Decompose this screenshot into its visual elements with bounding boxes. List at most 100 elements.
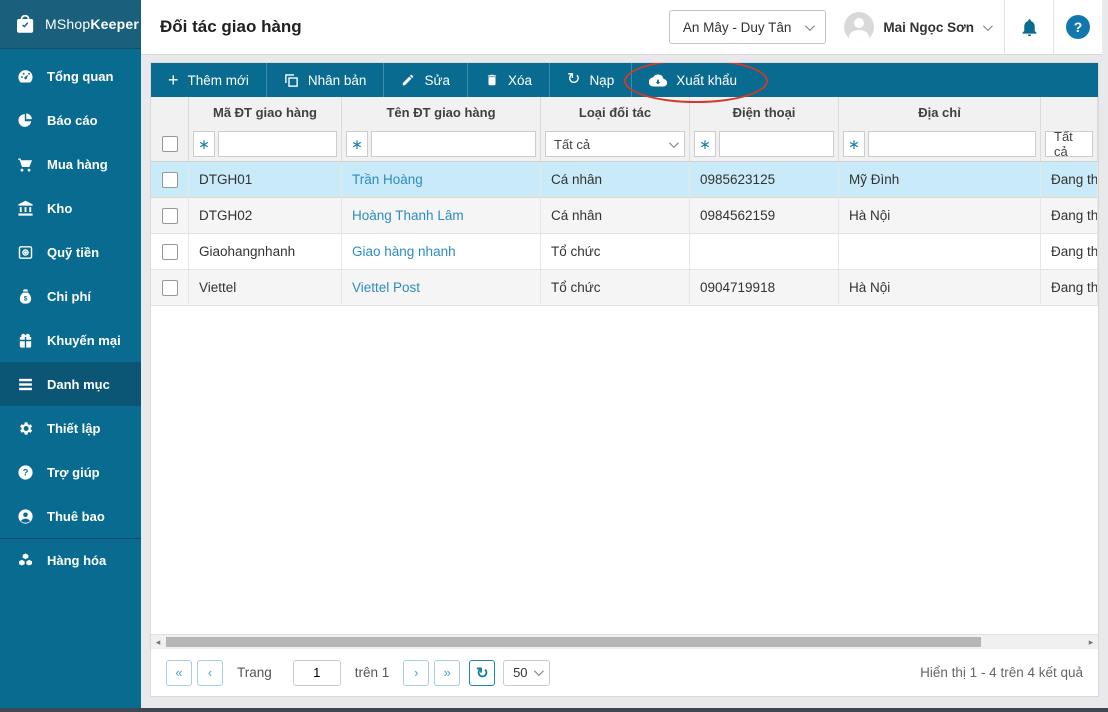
reload-button[interactable]: ↻ Nạp [550, 63, 633, 97]
type-filter-select[interactable]: Tất cả [545, 131, 685, 157]
sidebar-item-label: Trợ giúp [47, 464, 100, 480]
cell-name-link[interactable]: Viettel Post [342, 270, 541, 306]
scroll-right-arrow-icon[interactable]: ▸ [1084, 635, 1098, 649]
edit-button[interactable]: Sửa [384, 63, 468, 97]
user-menu[interactable]: Mai Ngọc Sơn [844, 12, 993, 42]
filter-cell-phone: ∗ [690, 127, 839, 162]
sidebar-item-danh-muc[interactable]: Danh mục [0, 362, 141, 406]
grid-toolbar: + Thêm mới Nhân bản Sửa Xóa ↻ Nạp Xuất k… [151, 63, 1098, 103]
cell-status[interactable]: Đang theo dõi [1041, 270, 1098, 306]
cell-status[interactable]: Đang theo dõi [1041, 162, 1098, 198]
filter-operator-button[interactable]: ∗ [843, 131, 865, 157]
filter-cell-type: Tất cả [541, 127, 690, 162]
cell-address[interactable]: Hà Nội [839, 198, 1041, 234]
cell-type[interactable]: Cá nhân [541, 198, 690, 234]
results-summary: Hiển thị 1 - 4 trên 4 kết quả [920, 665, 1083, 680]
table-empty-area [151, 306, 1098, 634]
column-header-type[interactable]: Loại đối tác [541, 97, 690, 127]
cell-status[interactable]: Đang theo dõi [1041, 198, 1098, 234]
cell-phone[interactable]: 0985623125 [690, 162, 839, 198]
column-header-phone[interactable]: Điện thoại [690, 97, 839, 127]
cell-address[interactable] [839, 234, 1041, 270]
cell-type[interactable]: Tổ chức [541, 234, 690, 270]
filter-cell-name: ∗ [342, 127, 541, 162]
cell-type[interactable]: Tổ chức [541, 270, 690, 306]
cell-status[interactable]: Đang theo dõi [1041, 234, 1098, 270]
branch-selector[interactable]: An Mây - Duy Tân [668, 10, 827, 44]
money-bag-icon: $ [17, 288, 34, 305]
cell-code[interactable]: DTGH02 [189, 198, 342, 234]
cell-code[interactable]: DTGH01 [189, 162, 342, 198]
page-title: Đối tác giao hàng [160, 17, 302, 36]
add-new-button[interactable]: + Thêm mới [151, 63, 267, 97]
filter-cell-address: ∗ [839, 127, 1041, 162]
row-checkbox[interactable] [161, 207, 178, 224]
sidebar-item-thue-bao[interactable]: Thuê bao [0, 494, 141, 538]
filter-operator-button[interactable]: ∗ [346, 131, 368, 157]
next-page-button[interactable]: › [403, 659, 430, 686]
delete-button[interactable]: Xóa [468, 63, 551, 97]
plus-icon: + [168, 70, 179, 90]
svg-text:$: $ [24, 295, 28, 302]
status-filter-select[interactable]: Tất cả [1045, 129, 1093, 159]
horizontal-scrollbar[interactable]: ◂ ▸ [151, 634, 1098, 648]
cell-name-link[interactable]: Trần Hoàng [342, 162, 541, 198]
column-header-checkbox [151, 97, 189, 127]
filter-operator-button[interactable]: ∗ [694, 131, 716, 157]
cell-phone[interactable]: 0904719918 [690, 270, 839, 306]
code-filter-input[interactable] [218, 131, 337, 157]
edit-label: Sửa [424, 72, 450, 88]
branch-selector-value: An Mây - Duy Tân [682, 19, 792, 35]
sidebar-item-quy-tien[interactable]: Quỹ tiền [0, 230, 141, 274]
sidebar-item-tong-quan[interactable]: Tổng quan [0, 54, 141, 98]
notifications-button[interactable] [1004, 0, 1053, 55]
column-header-status[interactable] [1041, 97, 1098, 127]
sidebar-item-label: Kho [47, 200, 73, 216]
filter-operator-button[interactable]: ∗ [193, 131, 215, 157]
address-filter-input[interactable] [868, 131, 1036, 157]
scroll-left-arrow-icon[interactable]: ◂ [151, 635, 165, 649]
cell-type[interactable]: Cá nhân [541, 162, 690, 198]
row-checkbox[interactable] [161, 243, 178, 260]
duplicate-button[interactable]: Nhân bản [267, 63, 385, 97]
cell-address[interactable]: Mỹ Đình [839, 162, 1041, 198]
last-page-button[interactable]: » [434, 659, 461, 686]
refresh-button[interactable]: ↻ [469, 659, 496, 686]
sidebar-item-chi-phi[interactable]: $ Chi phí [0, 274, 141, 318]
sidebar-item-tro-giup[interactable]: ? Trợ giúp [0, 450, 141, 494]
column-header-name[interactable]: Tên ĐT giao hàng [342, 97, 541, 127]
sidebar-item-bao-cao[interactable]: Báo cáo [0, 98, 141, 142]
sidebar-item-thiet-lap[interactable]: Thiết lập [0, 406, 141, 450]
prev-page-button[interactable]: ‹ [197, 659, 223, 686]
select-all-checkbox[interactable] [161, 136, 178, 152]
sidebar-item-khuyen-mai[interactable]: Khuyến mại [0, 318, 141, 362]
cell-phone[interactable] [690, 234, 839, 270]
table-row-checkbox-cell [151, 270, 189, 306]
sidebar-item-kho[interactable]: Kho [0, 186, 141, 230]
cubes-icon [17, 552, 34, 569]
reload-icon: ↻ [567, 71, 581, 88]
cell-address[interactable]: Hà Nội [839, 270, 1041, 306]
data-table: Mã ĐT giao hàng Tên ĐT giao hàng Loại đố… [151, 97, 1098, 306]
cell-code[interactable]: Giaohangnhanh [189, 234, 342, 270]
scrollbar-thumb[interactable] [166, 637, 981, 647]
sidebar-item-hang-hoa[interactable]: Hàng hóa [0, 538, 141, 582]
row-checkbox[interactable] [161, 279, 178, 296]
chevron-down-icon [805, 20, 816, 31]
name-filter-input[interactable] [371, 131, 536, 157]
cell-name-link[interactable]: Giao hàng nhanh [342, 234, 541, 270]
column-header-address[interactable]: Địa chỉ [839, 97, 1041, 127]
first-page-button[interactable]: « [166, 659, 192, 686]
help-button[interactable]: ? [1053, 0, 1102, 55]
cell-phone[interactable]: 0984562159 [690, 198, 839, 234]
export-button[interactable]: Xuất khẩu [624, 63, 768, 103]
page-size-select[interactable]: 50 [503, 659, 551, 686]
sidebar-item-mua-hang[interactable]: Mua hàng [0, 142, 141, 186]
page-number-input[interactable] [292, 659, 341, 686]
cell-code[interactable]: Viettel [189, 270, 342, 306]
cell-name-link[interactable]: Hoàng Thanh Lâm [342, 198, 541, 234]
row-checkbox[interactable] [161, 171, 178, 188]
person-circle-icon [17, 508, 34, 525]
column-header-code[interactable]: Mã ĐT giao hàng [189, 97, 342, 127]
phone-filter-input[interactable] [719, 131, 834, 157]
